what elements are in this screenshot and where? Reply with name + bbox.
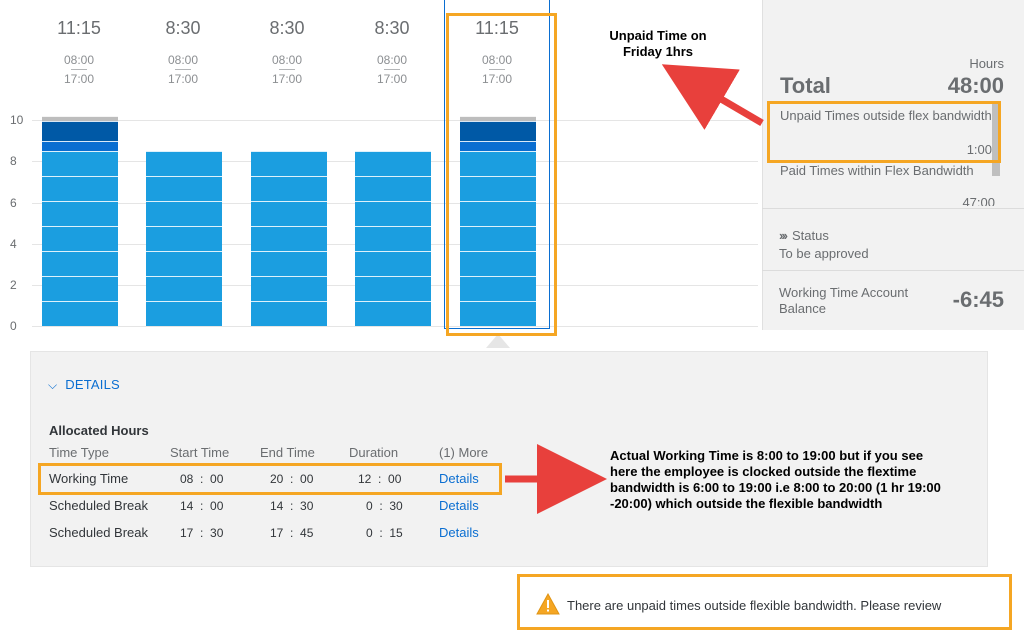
col-time-type: Time Type — [49, 445, 109, 460]
allocated-hours-title: Allocated Hours — [49, 423, 149, 438]
row-time-type: Scheduled Break — [49, 498, 149, 513]
working-time-balance-label: Working Time Account Balance — [779, 285, 909, 316]
day-total: 8:30 — [269, 18, 305, 38]
row-time-type: Scheduled Break — [49, 525, 149, 540]
day-start: 08:00 — [376, 53, 408, 67]
day-end: 17:00 — [167, 72, 199, 86]
status-label[interactable]: ››› Status — [779, 228, 829, 243]
day-column-tue[interactable]: 8:30 08:00 17:00 — [133, 18, 233, 88]
gridline — [32, 120, 758, 122]
paid-label: Paid Times within Flex Bandwidth — [780, 163, 974, 178]
y-tick-label: 8 — [10, 154, 17, 169]
annotation-box-working-time — [38, 463, 502, 495]
chevron-down-icon: ⌵ — [48, 378, 58, 392]
details-caret — [486, 334, 510, 348]
summary-panel: Hours Total 48:00 Unpaid Times outside f… — [762, 0, 1024, 330]
row-end-time[interactable]: 17 : 45 — [270, 526, 313, 540]
bar[interactable] — [251, 151, 327, 326]
bar-segment — [355, 226, 431, 252]
annotation-working-note: Actual Working Time is 8:00 to 19:00 but… — [610, 448, 941, 511]
bar-segment — [146, 301, 222, 326]
day-start: 08:00 — [271, 53, 303, 67]
day-column-wed[interactable]: 8:30 08:00 17:00 — [237, 18, 337, 88]
bar[interactable] — [146, 151, 222, 326]
col-end-time: End Time — [260, 445, 315, 460]
day-total: 8:30 — [165, 18, 201, 38]
chevron-right-icon: ››› — [779, 228, 788, 243]
details-link[interactable]: Details — [439, 525, 479, 540]
day-total: 8:30 — [374, 18, 410, 38]
bar-segment — [146, 201, 222, 227]
status-value: To be approved — [779, 246, 869, 261]
day-start: 08:00 — [167, 53, 199, 67]
col-duration: Duration — [349, 445, 399, 460]
bar[interactable] — [42, 116, 118, 326]
bar-segment — [42, 151, 118, 177]
bar-segment — [42, 276, 118, 302]
warning-icon — [536, 592, 560, 620]
row-duration: 0 : 15 — [366, 526, 403, 540]
day-total: 11:15 — [57, 18, 101, 38]
bar-segment — [146, 276, 222, 302]
annotation-friday-note: Unpaid Time on Friday 1hrs — [609, 28, 707, 59]
bar-segment — [251, 251, 327, 277]
bar-segment — [146, 176, 222, 202]
row-duration: 0 : 30 — [366, 499, 403, 513]
bar-segment — [355, 151, 431, 177]
warning-message: There are unpaid times outside flexible … — [567, 598, 942, 613]
y-tick-label: 2 — [10, 277, 17, 292]
bar-segment — [42, 201, 118, 227]
divider — [762, 270, 1024, 271]
bar-segment — [355, 176, 431, 202]
bar[interactable] — [355, 151, 431, 326]
total-value: 48:00 — [947, 73, 1004, 98]
y-tick-label: 6 — [10, 195, 17, 210]
bar-segment — [146, 251, 222, 277]
bar-segment — [355, 301, 431, 326]
bar-segment — [355, 276, 431, 302]
bar-segment — [42, 121, 118, 141]
day-start: 08:00 — [63, 53, 95, 67]
bar-segment — [355, 251, 431, 277]
bar-segment — [251, 151, 327, 177]
bar-segment — [251, 226, 327, 252]
y-tick-label: 10 — [10, 113, 24, 128]
bar-segment — [42, 116, 118, 122]
col-more: (1) More — [439, 445, 489, 460]
bar-segment — [251, 301, 327, 326]
y-tick-label: 4 — [10, 236, 17, 251]
day-end: 17:00 — [376, 72, 408, 86]
bar-segment — [42, 226, 118, 252]
day-column-thu[interactable]: 8:30 08:00 17:00 — [342, 18, 442, 88]
working-time-balance-value: -6:45 — [952, 287, 1004, 312]
y-tick-label: 0 — [10, 319, 17, 333]
hours-label: Hours — [969, 56, 1004, 71]
annotation-box-unpaid — [767, 101, 1001, 163]
details-toggle[interactable]: ⌵ DETAILS — [48, 377, 120, 393]
gridline — [32, 326, 758, 327]
col-start-time: Start Time — [170, 445, 230, 460]
day-end: 17:00 — [63, 72, 95, 86]
bar-segment — [42, 301, 118, 326]
row-end-time[interactable]: 14 : 30 — [270, 499, 313, 513]
bar-segment — [42, 176, 118, 202]
row-start-time[interactable]: 17 : 30 — [180, 526, 223, 540]
day-column-mon[interactable]: 11:15 08:00 17:00 — [29, 18, 129, 88]
annotation-box-friday — [446, 13, 557, 336]
bar-segment — [251, 276, 327, 302]
divider — [762, 208, 1024, 209]
bar-segment — [42, 251, 118, 277]
day-end: 17:00 — [271, 72, 303, 86]
bar-segment — [146, 226, 222, 252]
details-link[interactable]: Details — [439, 498, 479, 513]
arrow-to-friday-note — [661, 64, 764, 130]
paid-value: 47:00 — [962, 197, 995, 206]
bar-segment — [355, 201, 431, 227]
bar-segment — [251, 176, 327, 202]
row-start-time[interactable]: 14 : 00 — [180, 499, 223, 513]
bar-segment — [42, 140, 118, 152]
total-label: Total — [780, 73, 831, 98]
bar-segment — [146, 151, 222, 177]
bar-segment — [251, 201, 327, 227]
